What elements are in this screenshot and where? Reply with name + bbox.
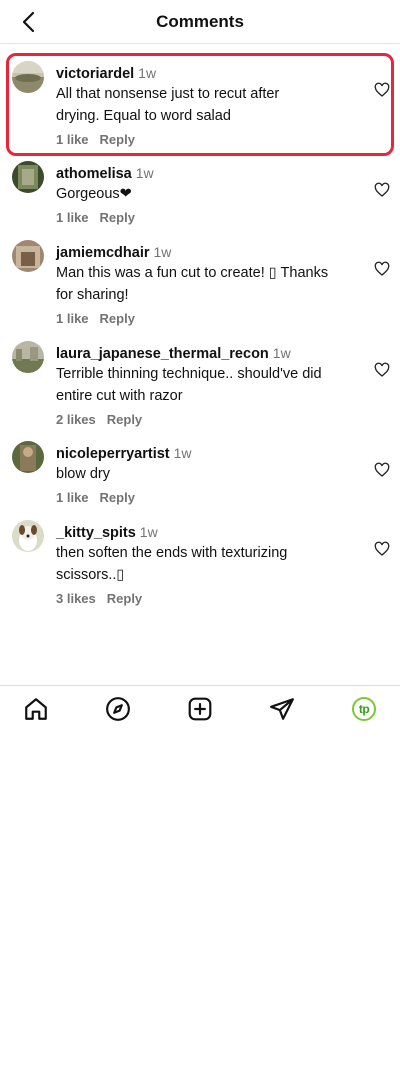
comment-text-line: entire cut with razor bbox=[56, 388, 183, 404]
profile-tp-icon: tp bbox=[352, 697, 376, 721]
comment-text-line: drying. Equal to word salad bbox=[56, 108, 231, 124]
comment-time: 1w bbox=[138, 65, 157, 81]
comment-actions: 1 like Reply bbox=[56, 210, 356, 226]
reply-button[interactable]: Reply bbox=[107, 412, 142, 427]
heart-icon[interactable] bbox=[374, 182, 390, 198]
comment-actions: 3 likes Reply bbox=[56, 591, 356, 607]
comment-text-line: All that nonsense just to recut after bbox=[56, 86, 280, 102]
comment-item: nicoleperryartist 1w blow dry 1 like Reply bbox=[0, 441, 400, 506]
avatar[interactable] bbox=[12, 441, 44, 473]
comment-text-line: Man this was a fun cut to create! ▯ Than… bbox=[56, 265, 329, 281]
heart-icon[interactable] bbox=[374, 362, 390, 378]
direct-send-icon bbox=[270, 698, 294, 720]
likes-count[interactable]: 2 likes bbox=[56, 412, 96, 427]
likes-count[interactable]: 3 likes bbox=[56, 591, 96, 606]
comment-time: 1w bbox=[173, 445, 192, 461]
comment-username[interactable]: nicoleperryartist bbox=[56, 446, 170, 462]
comment-text-line: scissors..▯ bbox=[56, 567, 125, 583]
comment-username[interactable]: athomelisa bbox=[56, 166, 132, 182]
comment-username[interactable]: _kitty_spits bbox=[56, 525, 136, 541]
reply-button[interactable]: Reply bbox=[100, 210, 135, 225]
create-plus-icon bbox=[188, 697, 212, 721]
avatar[interactable] bbox=[12, 341, 44, 373]
comment-actions: 2 likes Reply bbox=[56, 412, 356, 428]
tab-explore[interactable] bbox=[105, 696, 131, 722]
comment-username[interactable]: jamiemcdhair bbox=[56, 245, 150, 261]
home-icon bbox=[25, 698, 47, 720]
likes-count[interactable]: 1 like bbox=[56, 490, 89, 505]
reply-button[interactable]: Reply bbox=[100, 490, 135, 505]
comment-actions: 1 like Reply bbox=[56, 132, 356, 148]
heart-icon[interactable] bbox=[374, 541, 390, 557]
heart-icon[interactable] bbox=[374, 82, 390, 98]
comment-text-line: Terrible thinning technique.. should've … bbox=[56, 366, 322, 382]
avatar[interactable] bbox=[12, 520, 44, 552]
profile-label: tp bbox=[358, 702, 370, 716]
explore-compass-icon bbox=[106, 697, 130, 721]
reply-button[interactable]: Reply bbox=[107, 591, 142, 606]
comment-username[interactable]: victoriardel bbox=[56, 66, 134, 82]
comment-item: jamiemcdhair 1w Man this was a fun cut to… bbox=[0, 240, 400, 327]
comment-item: _kitty_spits 1w then soften the ends with… bbox=[0, 520, 400, 607]
header: Comments bbox=[0, 0, 400, 44]
bottom-tab-bar: tp bbox=[0, 685, 400, 731]
comment-item: victoriardel 1w All that nonsense just to… bbox=[0, 61, 400, 148]
likes-count[interactable]: 1 like bbox=[56, 132, 89, 147]
comment-actions: 1 like Reply bbox=[56, 311, 356, 327]
comment-time: 1w bbox=[153, 244, 172, 260]
avatar[interactable] bbox=[12, 240, 44, 272]
reply-button[interactable]: Reply bbox=[100, 132, 135, 147]
comment-text-line: for sharing! bbox=[56, 287, 129, 303]
likes-count[interactable]: 1 like bbox=[56, 311, 89, 326]
comment-username[interactable]: laura_japanese_thermal_recon bbox=[56, 346, 269, 362]
likes-count[interactable]: 1 like bbox=[56, 210, 89, 225]
avatar[interactable] bbox=[12, 61, 44, 93]
tab-create[interactable] bbox=[187, 696, 213, 722]
comment-time: 1w bbox=[272, 345, 291, 361]
tab-profile[interactable]: tp bbox=[351, 696, 377, 722]
comment-item: athomelisa 1w Gorgeous❤ 1 like Reply bbox=[0, 161, 400, 226]
comment-time: 1w bbox=[139, 524, 158, 540]
comment-text-line: then soften the ends with texturizing bbox=[56, 545, 288, 561]
heart-icon[interactable] bbox=[374, 462, 390, 478]
comment-time: 1w bbox=[135, 165, 154, 181]
reply-button[interactable]: Reply bbox=[100, 311, 135, 326]
heart-icon[interactable] bbox=[374, 261, 390, 277]
comment-item: laura_japanese_thermal_recon 1w Terrible … bbox=[0, 341, 400, 428]
comment-text-line: blow dry bbox=[56, 466, 110, 482]
comment-text-line: Gorgeous❤ bbox=[56, 186, 132, 202]
comment-actions: 1 like Reply bbox=[56, 490, 356, 506]
avatar[interactable] bbox=[12, 161, 44, 193]
tab-home[interactable] bbox=[23, 696, 49, 722]
tab-direct[interactable] bbox=[269, 696, 295, 722]
page-title: Comments bbox=[156, 12, 244, 31]
